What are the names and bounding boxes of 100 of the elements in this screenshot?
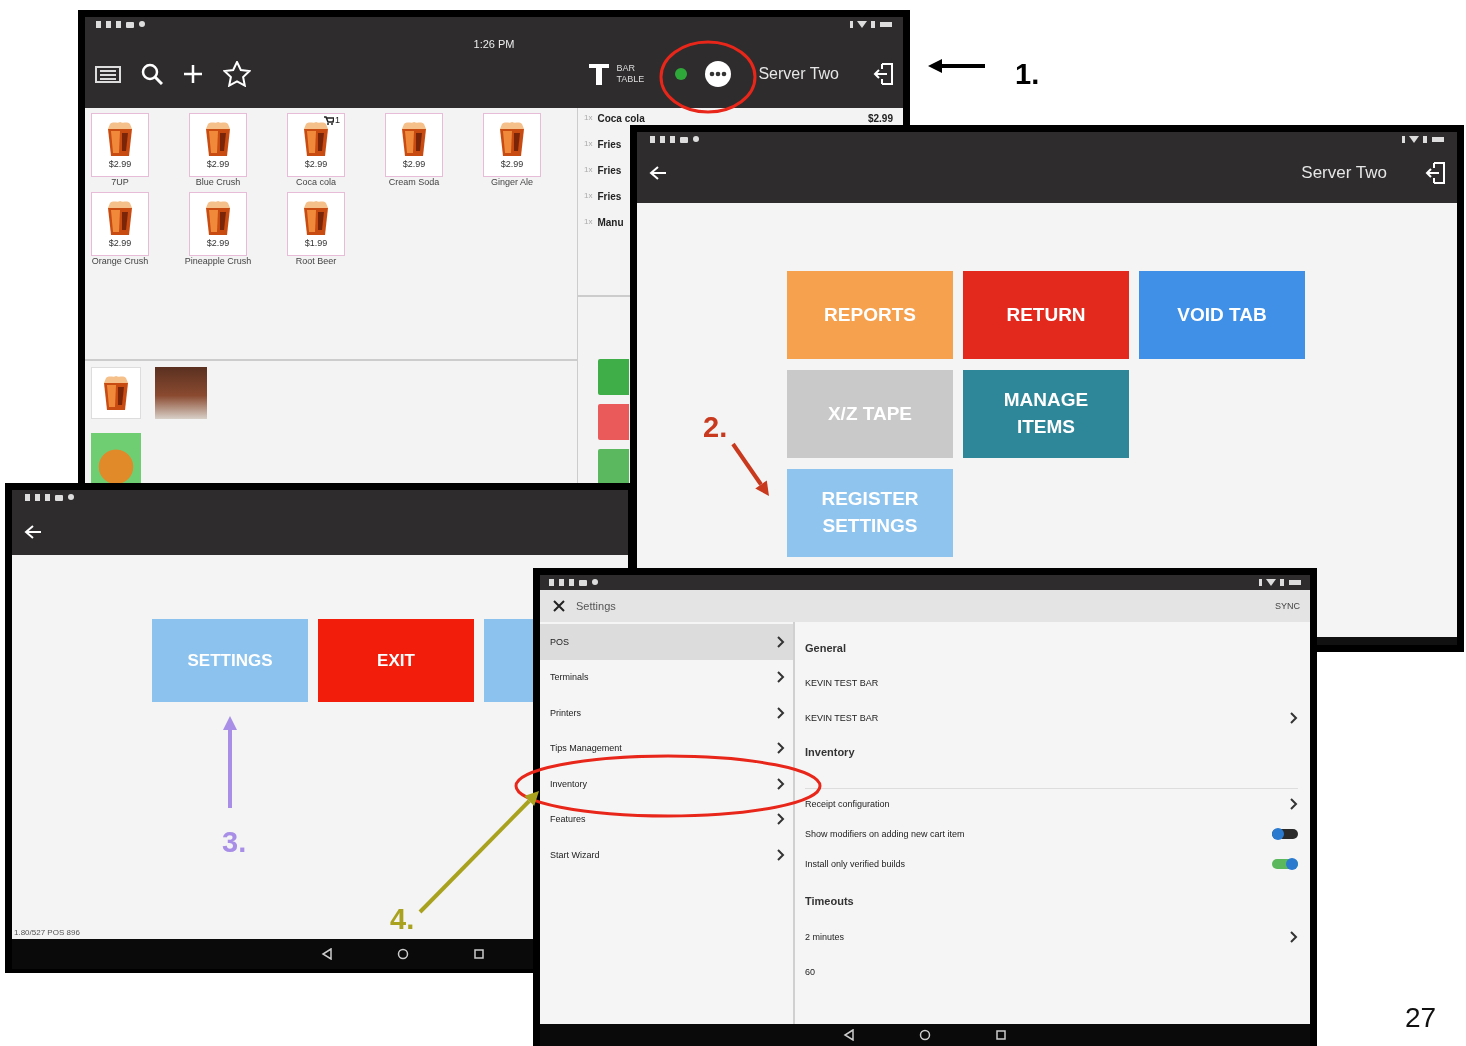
step-label: 2.: [703, 413, 728, 442]
drink-cup-icon: [497, 121, 527, 157]
version-text: 1.80/527 POS 896: [13, 928, 81, 939]
drink-cup-icon: [203, 121, 233, 157]
section-heading: Inventory: [805, 745, 856, 760]
drink-cup-icon: [399, 121, 429, 157]
sync-button[interactable]: SYNC: [1275, 601, 1300, 611]
status-icons: [1401, 135, 1445, 144]
photo-placeholder[interactable]: [155, 367, 207, 419]
product-name: Ginger Ale: [490, 177, 534, 189]
item-quantity: 1x: [584, 165, 593, 174]
arrow: [731, 442, 769, 496]
product-tile[interactable]: $2.99 1: [287, 113, 345, 177]
table-label[interactable]: BAR TABLE: [616, 63, 653, 85]
chevron-right-icon: [1290, 931, 1298, 943]
setting-label: Receipt configuration: [805, 799, 890, 809]
setting-value: KEVIN TEST BAR: [805, 678, 879, 688]
menu-item-label: Printers: [550, 707, 581, 718]
chevron-right-icon: [777, 706, 785, 719]
product-tile[interactable]: $2.99: [189, 113, 247, 177]
product-tile[interactable]: $2.99: [91, 113, 149, 177]
settings-menu-item[interactable]: Inventory: [540, 766, 793, 802]
setting-row[interactable]: Receipt configuration: [805, 788, 1298, 819]
settings-menu-item[interactable]: Terminals: [540, 659, 793, 695]
settings-title: Settings: [576, 600, 616, 612]
plus-icon[interactable]: [183, 64, 203, 84]
page-number: 27: [1405, 1004, 1437, 1032]
toggle-switch[interactable]: [1272, 859, 1298, 869]
table-icon[interactable]: [588, 62, 611, 86]
action-button[interactable]: [598, 449, 629, 485]
section-heading: General: [805, 641, 847, 656]
back-nav-icon[interactable]: [321, 948, 333, 960]
chevron-right-icon: [777, 742, 785, 755]
more-menu-icon[interactable]: [704, 60, 733, 88]
settings-menu-item[interactable]: Features: [540, 801, 793, 837]
product-price: $2.99: [304, 159, 328, 169]
search-icon[interactable]: [141, 63, 163, 85]
setting-row[interactable]: 2 minutes: [805, 913, 1298, 949]
setting-value: 60: [805, 967, 815, 977]
settings-menu-item[interactable]: Printers: [540, 695, 793, 731]
order-item-price: $2.99: [867, 113, 893, 124]
product-tile[interactable]: $1.99: [287, 192, 345, 257]
logout-icon[interactable]: [1425, 162, 1445, 184]
product-name: Coca cola: [295, 177, 337, 189]
item-quantity: 1x: [584, 217, 593, 226]
setting-label: Install only verified builds: [805, 859, 906, 869]
product-tile[interactable]: $2.99: [189, 192, 247, 257]
settings-menu-item[interactable]: Tips Management: [540, 730, 793, 766]
product-tile[interactable]: $2.99: [483, 113, 541, 177]
menu-tile[interactable]: MANAGE ITEMS: [963, 370, 1129, 458]
product-tile[interactable]: $2.99: [91, 192, 149, 257]
toggle-switch[interactable]: [1272, 829, 1298, 839]
product-name: 7UP: [110, 177, 130, 189]
star-icon[interactable]: [223, 61, 251, 87]
drink-cup-icon: [105, 121, 135, 157]
setting-row[interactable]: KEVIN TEST BAR: [805, 694, 1298, 730]
menu-item-label: Inventory: [550, 778, 588, 789]
option-button[interactable]: EXIT: [318, 619, 474, 702]
chevron-right-icon: [1290, 798, 1298, 810]
step-label: 3.: [222, 828, 247, 857]
drink-cup-icon: [105, 200, 135, 237]
back-arrow-icon[interactable]: [649, 165, 667, 181]
order-item-name: Fries: [597, 191, 622, 202]
category-tile[interactable]: [91, 367, 141, 419]
drink-cup-icon: [203, 200, 233, 237]
step-label: 4.: [390, 905, 415, 934]
logout-icon[interactable]: [873, 63, 893, 85]
register-icon[interactable]: [95, 64, 121, 84]
menu-item-label: Features: [550, 814, 586, 825]
setting-value: 2 minutes: [805, 932, 845, 942]
server-name: Server Two: [1301, 163, 1387, 183]
home-nav-icon[interactable]: [919, 1029, 931, 1041]
chevron-right-icon: [777, 671, 785, 684]
product-price: $2.99: [108, 159, 132, 169]
setting-value: KEVIN TEST BAR: [805, 713, 879, 723]
close-icon[interactable]: [552, 599, 566, 613]
product-price: $2.99: [402, 159, 426, 169]
recents-nav-icon[interactable]: [995, 1029, 1007, 1041]
back-nav-icon[interactable]: [843, 1029, 855, 1041]
drink-cup-icon: [101, 375, 131, 411]
photo-placeholder[interactable]: [91, 433, 141, 485]
chevron-right-icon: [777, 813, 785, 826]
product-name: Cream Soda: [387, 177, 441, 189]
product-price: $2.99: [206, 238, 230, 249]
order-item-name: Fries: [597, 165, 622, 176]
chevron-right-icon: [1290, 712, 1298, 724]
drink-cup-icon: [301, 200, 331, 237]
order-item-name: Coca cola: [597, 113, 645, 124]
recents-nav-icon[interactable]: [473, 948, 485, 960]
settings-menu-item[interactable]: Start Wizard: [540, 837, 793, 873]
back-arrow-icon[interactable]: [24, 524, 42, 540]
server-name: Server Two: [758, 65, 839, 83]
menu-item-label: Start Wizard: [550, 849, 600, 860]
menu-tile[interactable]: RETURN: [963, 271, 1129, 359]
settings-menu-item[interactable]: POS: [540, 624, 793, 660]
product-tile[interactable]: $2.99: [385, 113, 443, 177]
product-name: Pineapple Crush: [183, 256, 253, 268]
chevron-right-icon: [777, 848, 785, 861]
home-nav-icon[interactable]: [397, 948, 409, 960]
product-price: $2.99: [500, 159, 524, 169]
